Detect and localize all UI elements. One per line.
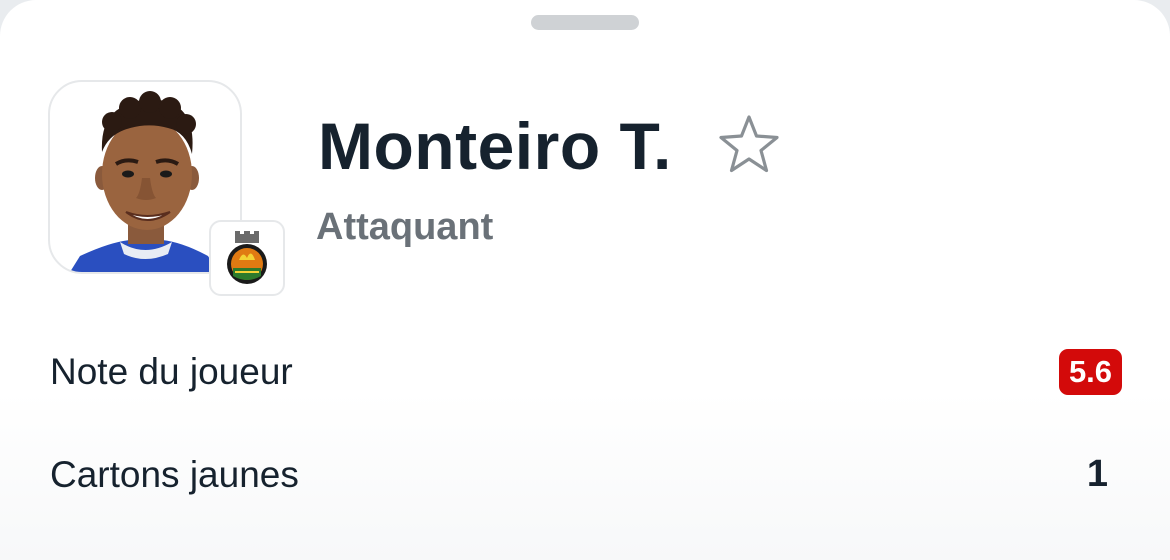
rating-badge: 5.6: [1059, 349, 1122, 395]
player-name: Monteiro T.: [318, 109, 672, 183]
stat-label-rating: Note du joueur: [50, 351, 293, 392]
yellow-cards-value: 1: [1086, 453, 1108, 495]
club-crest-icon: [227, 231, 267, 284]
club-badge[interactable]: [209, 220, 285, 296]
star-outline-icon[interactable]: [716, 112, 782, 178]
stat-label-yellow-cards: Cartons jaunes: [50, 454, 299, 495]
drag-handle[interactable]: [531, 15, 639, 30]
bottom-sheet: Monteiro T. Attaquant Note du joueur 5.6…: [0, 0, 1170, 560]
player-position: Attaquant: [316, 206, 494, 248]
